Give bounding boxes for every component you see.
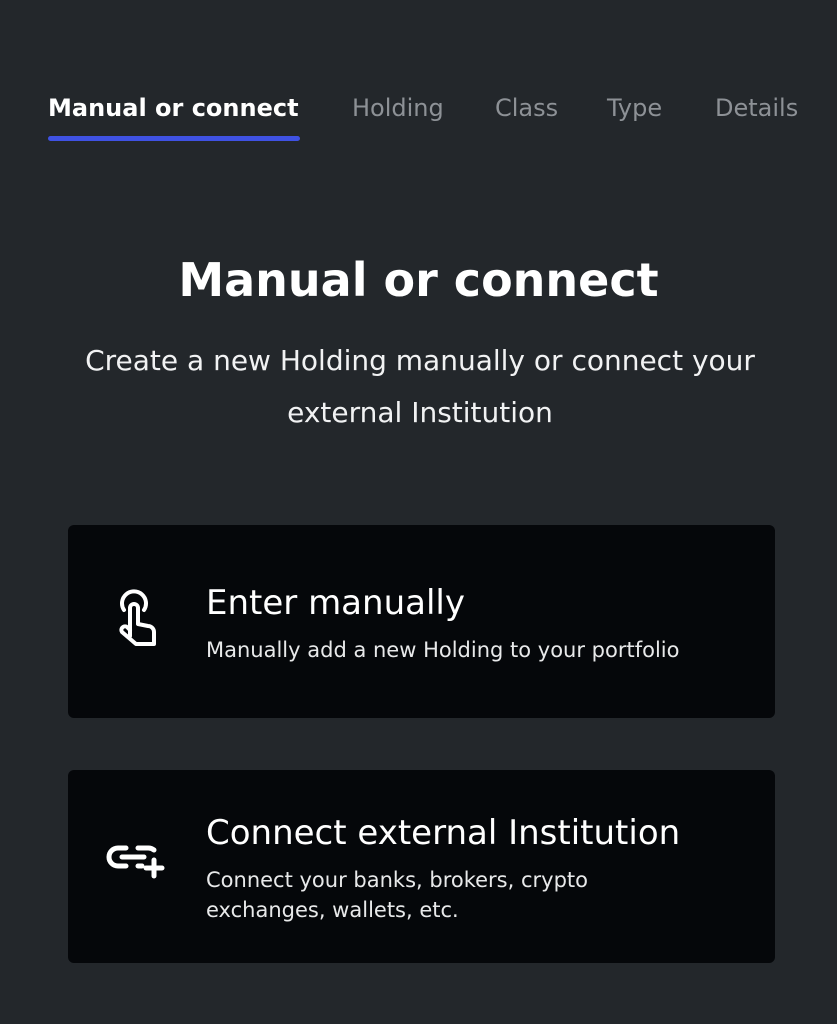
- page-subtitle: Create a new Holding manually or connect…: [85, 344, 755, 429]
- link-add-icon: [106, 845, 165, 879]
- connect-institution-description: Connect your banks, brokers, crypto exch…: [206, 868, 588, 922]
- enter-manually-description: Manually add a new Holding to your portf…: [206, 638, 680, 662]
- connect-institution-title: Connect external Institution: [206, 813, 681, 853]
- active-tab-indicator: [48, 136, 300, 141]
- tab-class[interactable]: Class: [495, 90, 558, 126]
- enter-manually-title: Enter manually: [206, 583, 465, 623]
- enter-manually-card[interactable]: Enter manually Manually add a new Holdin…: [68, 525, 775, 718]
- tab-type[interactable]: Type: [607, 90, 662, 126]
- tab-holding[interactable]: Holding: [352, 90, 444, 126]
- tab-details[interactable]: Details: [715, 90, 798, 126]
- tab-manual-or-connect[interactable]: Manual or connect: [48, 90, 299, 126]
- page-title: Manual or connect: [178, 253, 659, 307]
- tap-hand-icon: [119, 589, 156, 646]
- connect-institution-card[interactable]: Connect external Institution Connect you…: [68, 770, 775, 963]
- stepper-tabs: Manual or connect Holding Class Type Det…: [48, 90, 807, 150]
